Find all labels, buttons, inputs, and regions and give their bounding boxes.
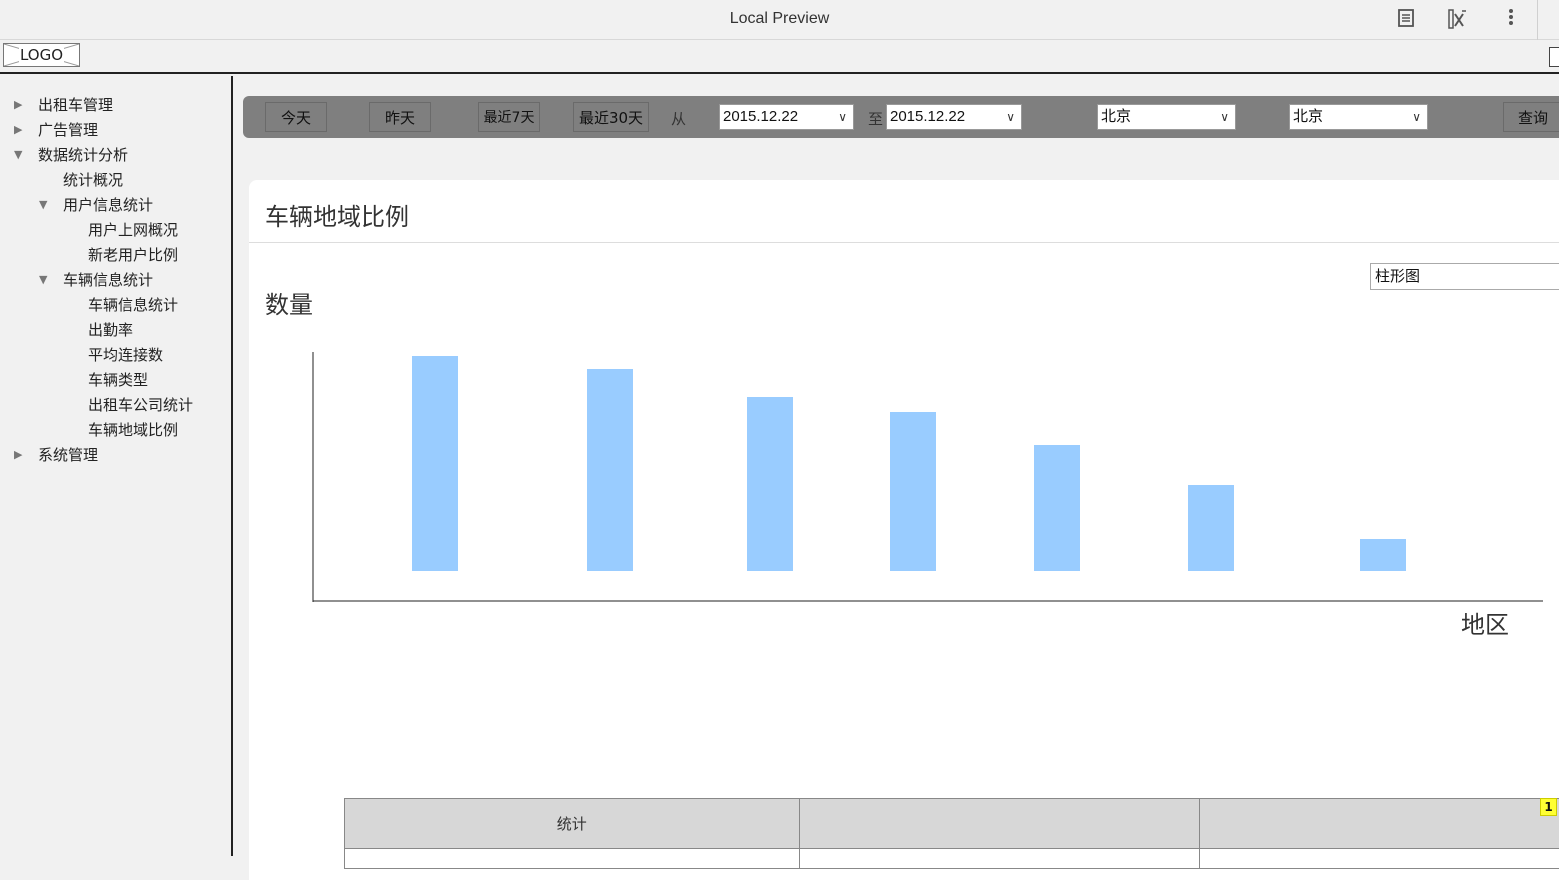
from-date-select[interactable]: 2015.12.22 ∨ — [719, 104, 854, 130]
caret-down-icon: ▼ — [39, 269, 51, 291]
panel-title: 车辆地域比例 — [265, 197, 409, 232]
sidebar-nav: ▶ 出租车管理 ▶ 广告管理 ▼ 数据统计分析 统计概况 ▼ 用户信息统计 用户… — [0, 76, 233, 856]
table-header-cell — [1200, 799, 1559, 849]
query-button[interactable]: 查询 — [1503, 102, 1559, 132]
table-header-cell: 统计 — [345, 799, 800, 849]
sidebar-item-label: 出租车公司统计 — [88, 394, 193, 416]
last-7-days-button[interactable]: 最近7天 — [478, 102, 540, 132]
logo-placeholder: LOGO — [3, 43, 80, 67]
caret-right-icon: ▶ — [14, 119, 26, 141]
edge-placeholder — [1549, 47, 1559, 67]
sidebar-item-label: 用户信息统计 — [63, 194, 153, 216]
variables-icon[interactable] — [1446, 8, 1470, 32]
to-date-select[interactable]: 2015.12.22 ∨ — [886, 104, 1022, 130]
today-button[interactable]: 今天 — [265, 102, 327, 132]
sidebar-item-label: 统计概况 — [63, 169, 123, 191]
panel-divider — [249, 242, 1559, 243]
from-label: 从 — [671, 108, 686, 129]
sidebar-item-label: 平均连接数 — [88, 344, 163, 366]
logo-label: LOGO — [19, 46, 64, 64]
bar-4 — [890, 412, 936, 571]
caret-down-icon: ▼ — [39, 194, 51, 216]
caret-right-icon: ▶ — [14, 444, 26, 466]
window-title: Local Preview — [0, 10, 1559, 28]
notes-icon[interactable] — [1394, 8, 1418, 32]
bar-3 — [747, 397, 793, 571]
to-label: 至 — [868, 108, 883, 129]
region-select-1[interactable]: 北京 ∨ — [1097, 104, 1236, 130]
table-row — [345, 849, 1559, 869]
yesterday-button[interactable]: 昨天 — [369, 102, 431, 132]
sidebar-item-label: 广告管理 — [38, 119, 98, 141]
region-1-value: 北京 — [1101, 108, 1131, 125]
table-cell — [1200, 849, 1559, 869]
chevron-down-icon: ∨ — [1220, 105, 1229, 129]
stats-table: 统计 — [344, 798, 1559, 869]
y-axis-label: 数量 — [265, 291, 313, 319]
sidebar-item-label: 用户上网概况 — [88, 219, 178, 241]
chevron-down-icon: ∨ — [1006, 105, 1015, 129]
x-axis-label: 地区 — [1461, 611, 1509, 639]
last-30-days-button[interactable]: 最近30天 — [573, 102, 649, 132]
to-date-value: 2015.12.22 — [890, 108, 965, 125]
table-cell — [799, 849, 1200, 869]
sidebar-item-label: 出勤率 — [88, 319, 133, 341]
table-cell — [345, 849, 800, 869]
sidebar-item-label: 车辆信息统计 — [63, 269, 153, 291]
header-bar: LOGO — [0, 41, 1559, 74]
sidebar-item-label: 数据统计分析 — [38, 144, 128, 166]
bar-chart: 数量 地区 — [249, 280, 1559, 660]
table-header-row: 统计 — [345, 799, 1559, 849]
more-vertical-icon[interactable] — [1499, 8, 1523, 32]
sidebar-item-label: 车辆信息统计 — [88, 294, 178, 316]
bar-7 — [1360, 539, 1406, 571]
filter-bar: 今天 昨天 最近7天 最近30天 从 2015.12.22 ∨ 至 2015.1… — [243, 96, 1559, 138]
toolbar-divider — [1537, 0, 1538, 40]
table-header-cell — [799, 799, 1200, 849]
chevron-down-icon: ∨ — [1412, 105, 1421, 129]
bar-1 — [412, 356, 458, 571]
bar-6 — [1188, 485, 1234, 571]
sidebar-item-label: 新老用户比例 — [88, 244, 178, 266]
sidebar-item-label: 车辆类型 — [88, 369, 148, 391]
sidebar-item-label: 出租车管理 — [38, 94, 113, 116]
from-date-value: 2015.12.22 — [723, 108, 798, 125]
caret-right-icon: ▶ — [14, 94, 26, 116]
bar-2 — [587, 369, 633, 571]
chevron-down-icon: ∨ — [838, 105, 847, 129]
bar-5 — [1034, 445, 1080, 571]
bar-group — [412, 356, 1406, 571]
footnote-badge: 1 — [1540, 798, 1557, 816]
sidebar-item-label: 车辆地域比例 — [88, 419, 178, 441]
region-2-value: 北京 — [1293, 108, 1323, 125]
sidebar-item-label: 系统管理 — [38, 444, 98, 466]
region-select-2[interactable]: 北京 ∨ — [1289, 104, 1428, 130]
caret-down-icon: ▼ — [14, 144, 26, 166]
window-titlebar: Local Preview — [0, 0, 1559, 40]
